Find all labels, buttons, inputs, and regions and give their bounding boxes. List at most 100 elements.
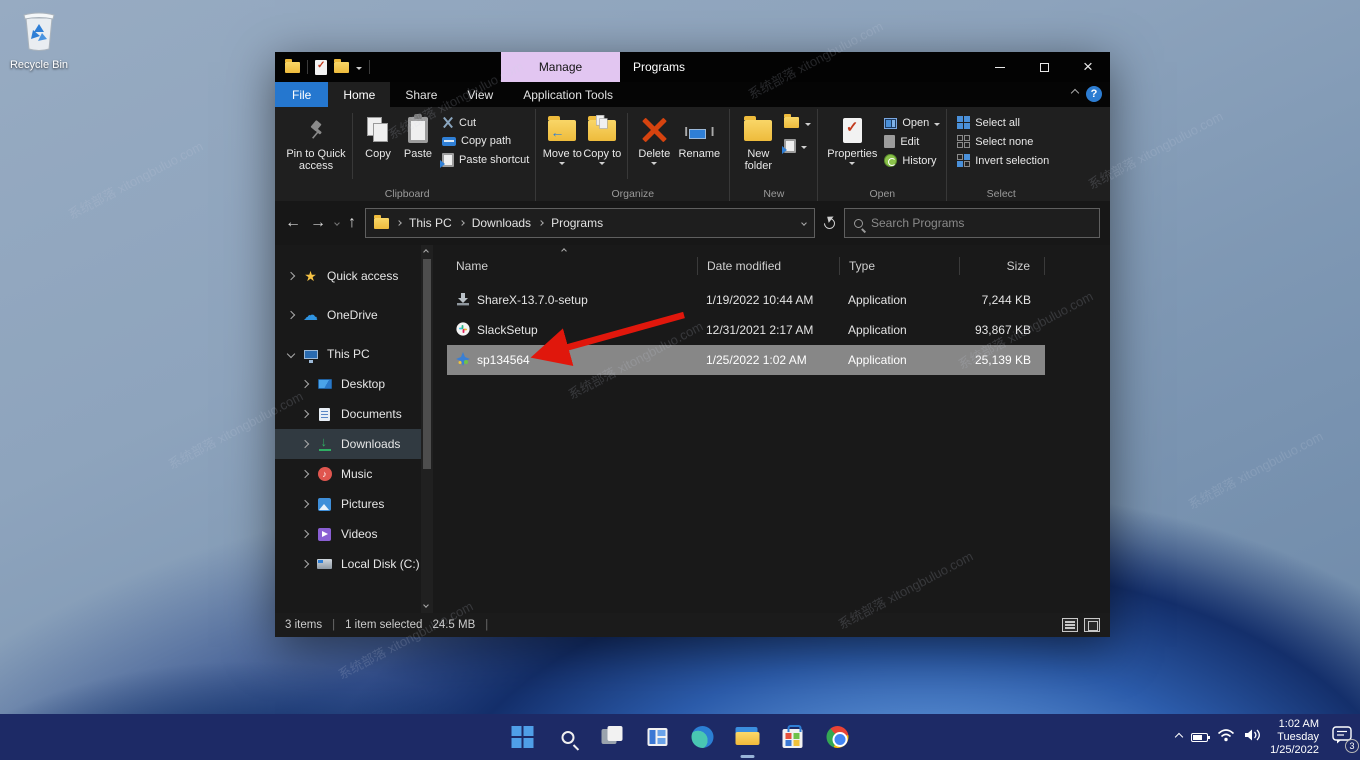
sidebar-item-this-pc[interactable]: This PC — [275, 339, 421, 369]
manage-contextual-tab[interactable]: Manage — [501, 52, 620, 82]
chevron-right-icon[interactable] — [301, 380, 309, 388]
minimize-button[interactable] — [978, 52, 1022, 82]
sidebar-item-downloads[interactable]: Downloads — [275, 429, 421, 459]
battery-icon[interactable] — [1191, 733, 1208, 742]
tab-home[interactable]: Home — [328, 82, 390, 107]
file-row-sharex[interactable]: ShareX-13.7.0-setup 1/19/2022 10:44 AM A… — [447, 285, 1045, 315]
help-button[interactable]: ? — [1086, 86, 1102, 102]
edge-button[interactable] — [690, 724, 716, 750]
paste-button[interactable]: Paste — [398, 111, 438, 160]
column-header-size[interactable]: Size — [959, 257, 1045, 275]
sidebar-scrollbar[interactable] — [421, 245, 433, 613]
chrome-button[interactable] — [825, 724, 851, 750]
pin-to-quick-access-button[interactable]: Pin to Quick access — [285, 111, 347, 172]
new-item-button[interactable] — [784, 117, 811, 130]
chevron-right-icon[interactable] — [301, 470, 309, 478]
invert-selection-button[interactable]: Invert selection — [957, 154, 1049, 167]
copy-path-button[interactable]: Copy path — [442, 135, 529, 147]
chevron-right-icon[interactable] — [301, 560, 309, 568]
properties-button[interactable]: ✓ Properties — [824, 111, 880, 165]
delete-button[interactable]: Delete — [633, 111, 675, 165]
microsoft-store-button[interactable] — [780, 724, 806, 750]
breadcrumb-programs[interactable]: Programs — [551, 216, 603, 230]
breadcrumb-downloads[interactable]: Downloads — [472, 216, 531, 230]
back-button[interactable]: ← — [285, 214, 301, 232]
paste-shortcut-button[interactable]: Paste shortcut — [442, 153, 529, 167]
chevron-right-icon[interactable] — [301, 410, 309, 418]
search-box[interactable] — [844, 208, 1100, 238]
taskbar-search-button[interactable] — [555, 724, 581, 750]
file-row-slacksetup[interactable]: SlackSetup 12/31/2021 2:17 AM Applicatio… — [447, 315, 1045, 345]
sidebar-item-desktop[interactable]: Desktop — [275, 369, 421, 399]
recent-locations-dropdown[interactable] — [334, 220, 340, 226]
sidebar-item-pictures[interactable]: Pictures — [275, 489, 421, 519]
forward-button[interactable]: → — [310, 214, 326, 232]
start-button[interactable] — [510, 724, 536, 750]
column-header-name[interactable]: Name — [447, 257, 697, 275]
qat-properties-button[interactable]: ✓ — [315, 60, 327, 75]
rename-icon — [686, 114, 712, 146]
new-folder-button[interactable]: New folder — [736, 111, 780, 172]
file-size: 7,244 KB — [959, 293, 1045, 307]
chevron-right-icon[interactable] — [287, 272, 295, 280]
details-view-button[interactable] — [1062, 618, 1078, 632]
address-bar[interactable]: This PC Downloads Programs — [365, 208, 815, 238]
chevron-right-icon[interactable] — [301, 440, 309, 448]
file-explorer-button[interactable] — [735, 724, 761, 750]
sidebar-item-documents[interactable]: Documents — [275, 399, 421, 429]
easy-access-button[interactable] — [784, 139, 811, 153]
file-row-sp134564-selected[interactable]: sp134564 1/25/2022 1:02 AM Application 2… — [447, 345, 1045, 375]
tab-share[interactable]: Share — [390, 82, 452, 107]
large-icons-view-button[interactable] — [1084, 618, 1100, 632]
select-none-button[interactable]: Select none — [957, 135, 1049, 148]
search-input[interactable] — [871, 216, 1090, 230]
taskbar-clock[interactable]: 1:02 AM Tuesday 1/25/2022 — [1270, 718, 1319, 757]
scroll-down-icon[interactable] — [423, 602, 429, 608]
chevron-right-icon[interactable] — [287, 311, 295, 319]
widgets-button[interactable] — [645, 724, 671, 750]
sidebar-item-local-disk-c[interactable]: Local Disk (C:) — [275, 549, 421, 579]
address-dropdown-icon[interactable] — [801, 220, 807, 226]
chevron-right-icon[interactable] — [301, 500, 309, 508]
notification-center-button[interactable]: 3 — [1332, 726, 1352, 749]
group-label: New — [730, 188, 817, 200]
recycle-bin-shortcut[interactable]: Recycle Bin — [8, 8, 70, 71]
edit-button[interactable]: Edit — [884, 135, 940, 148]
cut-button[interactable]: Cut — [442, 117, 529, 129]
wifi-icon[interactable] — [1217, 728, 1235, 747]
sidebar-item-onedrive[interactable]: OneDrive — [275, 300, 421, 330]
sidebar-item-music[interactable]: Music — [275, 459, 421, 489]
tab-application-tools[interactable]: Application Tools — [508, 82, 628, 107]
chevron-right-icon[interactable] — [301, 530, 309, 538]
sidebar-item-quick-access[interactable]: Quick access — [275, 261, 421, 291]
move-to-button[interactable]: ← Move to — [542, 111, 582, 165]
rename-button[interactable]: Rename — [675, 111, 723, 160]
copy-button[interactable]: Copy — [358, 111, 398, 160]
qat-new-folder-button[interactable] — [334, 62, 349, 73]
maximize-button[interactable] — [1022, 52, 1066, 82]
volume-icon[interactable] — [1244, 728, 1261, 747]
select-all-button[interactable]: Select all — [957, 116, 1049, 129]
sidebar-item-videos[interactable]: Videos — [275, 519, 421, 549]
tab-view[interactable]: View — [452, 82, 508, 107]
breadcrumb-this-pc[interactable]: This PC — [409, 216, 452, 230]
task-view-button[interactable] — [600, 724, 626, 750]
windows-logo-icon — [512, 726, 534, 748]
column-header-type[interactable]: Type — [839, 257, 959, 275]
history-button[interactable]: History — [884, 154, 940, 167]
column-header-date-modified[interactable]: Date modified — [697, 257, 839, 275]
collapse-ribbon-icon[interactable] — [1071, 89, 1079, 97]
close-button[interactable]: × — [1066, 52, 1110, 82]
chevron-down-icon[interactable] — [287, 350, 295, 358]
qat-customize-dropdown[interactable] — [356, 67, 362, 70]
explorer-folder-icon[interactable] — [285, 62, 300, 73]
scrollbar-thumb[interactable] — [423, 259, 431, 469]
copy-to-button[interactable]: Copy to — [582, 111, 622, 165]
open-button[interactable]: Open — [884, 117, 940, 129]
sidebar-item-label: OneDrive — [327, 308, 378, 322]
tab-file[interactable]: File — [275, 82, 328, 107]
refresh-icon[interactable] — [822, 215, 838, 231]
hidden-icons-chevron[interactable] — [1175, 733, 1183, 741]
up-button[interactable]: ↑ — [348, 214, 356, 232]
scroll-up-icon[interactable] — [423, 249, 429, 255]
